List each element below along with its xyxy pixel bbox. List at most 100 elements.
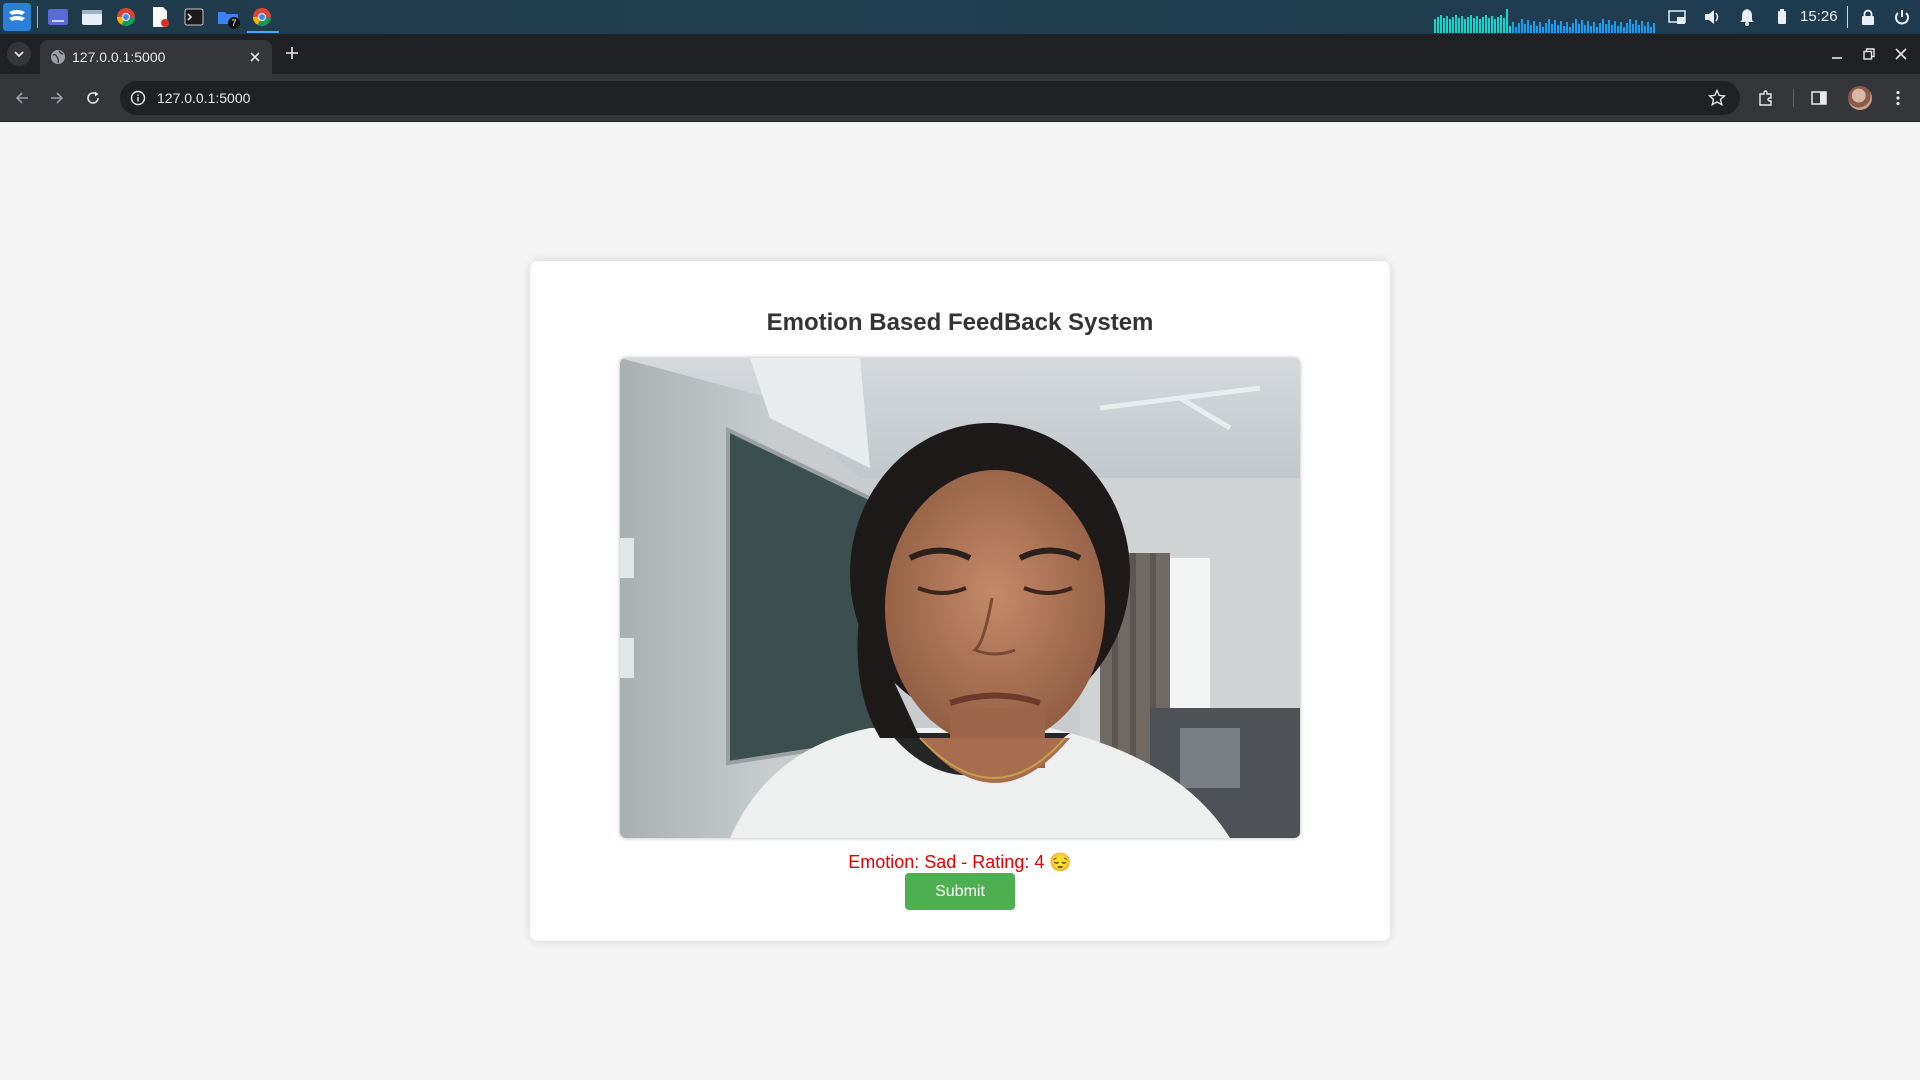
notification-bell-icon[interactable]: [1737, 7, 1757, 27]
more-vertical-icon: [1896, 90, 1900, 106]
audio-visualizer-bar: [1632, 24, 1634, 33]
chrome-active-icon[interactable]: [250, 5, 274, 29]
audio-visualizer-bar: [1641, 21, 1643, 33]
tab-close-button[interactable]: [246, 48, 264, 66]
browser-tab-active[interactable]: 127.0.0.1:5000: [40, 40, 272, 74]
audio-visualizer-bar: [1569, 27, 1571, 33]
plus-icon: [286, 47, 298, 59]
audio-visualizer-bar: [1650, 27, 1652, 33]
audio-visualizer-bar: [1551, 24, 1553, 33]
audio-visualizer-bar: [1554, 20, 1556, 33]
audio-visualizer-bar: [1473, 18, 1475, 33]
audio-visualizer-bar: [1521, 19, 1523, 33]
taskbar-separator: [37, 6, 38, 28]
audio-visualizer-bar: [1500, 15, 1502, 33]
reload-icon: [87, 91, 99, 104]
file-manager-icon[interactable]: [80, 5, 104, 29]
audio-visualizer-bar: [1581, 20, 1583, 33]
arrow-right-icon: [51, 92, 64, 104]
audio-visualizer-bar: [1563, 26, 1565, 33]
desktop-icon[interactable]: [46, 5, 70, 29]
audio-visualizer-bar: [1488, 18, 1490, 33]
folder-group-icon[interactable]: 7: [216, 5, 240, 29]
new-tab-button[interactable]: [282, 43, 302, 63]
audio-visualizer-bar: [1467, 17, 1469, 33]
feedback-card: Emotion Based FeedBack System Emotion: S…: [530, 261, 1390, 941]
extensions-button[interactable]: [1754, 86, 1778, 110]
audio-visualizer: [1434, 8, 1658, 33]
clock[interactable]: 15:26: [1800, 8, 1838, 25]
audio-visualizer-bar: [1602, 19, 1604, 33]
audio-visualizer-bar: [1533, 21, 1535, 33]
minimize-button[interactable]: [1826, 43, 1848, 65]
minimize-icon: [1832, 57, 1842, 59]
emotion-result-text: Emotion: Sad - Rating: 4 😔: [848, 852, 1072, 872]
profile-avatar[interactable]: [1848, 86, 1872, 110]
audio-visualizer-bar: [1464, 19, 1466, 33]
globe-icon: [51, 50, 65, 64]
tab-search-button[interactable]: [7, 42, 31, 66]
chevron-down-icon: [14, 50, 24, 57]
audio-visualizer-bar: [1575, 19, 1577, 33]
audio-visualizer-bar: [1647, 22, 1649, 33]
audio-visualizer-bar: [1644, 26, 1646, 33]
audio-visualizer-bar: [1527, 20, 1529, 33]
audio-visualizer-bar: [1443, 18, 1445, 33]
volume-icon[interactable]: [1702, 7, 1722, 27]
audio-visualizer-bar: [1611, 25, 1613, 33]
back-button[interactable]: [10, 86, 34, 110]
submit-button[interactable]: Submit: [905, 873, 1015, 910]
restore-icon: [1863, 48, 1875, 60]
terminal-icon[interactable]: [182, 5, 206, 29]
audio-visualizer-bar: [1482, 17, 1484, 33]
side-panel-icon: [1811, 91, 1827, 105]
lock-screen-icon[interactable]: [1858, 7, 1878, 27]
window-count-badge: 7: [228, 17, 240, 29]
audio-visualizer-bar: [1590, 26, 1592, 33]
audio-visualizer-bar: [1449, 19, 1451, 33]
site-info-icon[interactable]: [130, 90, 146, 106]
url-text[interactable]: 127.0.0.1:5000: [157, 90, 250, 106]
audio-visualizer-bar: [1608, 20, 1610, 33]
webcam-video-feed: [620, 358, 1300, 838]
side-panel-button[interactable]: [1807, 86, 1831, 110]
start-menu-icon[interactable]: [3, 3, 31, 31]
browser-tab-strip: 127.0.0.1:5000: [0, 34, 1920, 74]
chrome-icon[interactable]: [114, 5, 138, 29]
toolbar-separator: [1793, 89, 1794, 107]
audio-visualizer-bar: [1524, 24, 1526, 33]
bookmark-star-icon[interactable]: [1708, 89, 1726, 107]
address-bar[interactable]: 127.0.0.1:5000: [120, 81, 1740, 115]
audio-visualizer-bar: [1491, 16, 1493, 33]
battery-icon[interactable]: [1772, 7, 1792, 27]
audio-visualizer-bar: [1437, 17, 1439, 33]
tray-separator: [1847, 6, 1848, 28]
audio-visualizer-bar: [1485, 15, 1487, 33]
audio-visualizer-bar: [1560, 21, 1562, 33]
audio-visualizer-bar: [1479, 19, 1481, 33]
screen-cast-icon[interactable]: [1667, 7, 1687, 27]
browser-menu-button[interactable]: [1886, 86, 1910, 110]
audio-visualizer-bar: [1506, 9, 1508, 33]
audio-visualizer-bar: [1617, 26, 1619, 33]
audio-visualizer-bar: [1635, 20, 1637, 33]
power-icon[interactable]: [1892, 7, 1912, 27]
audio-visualizer-bar: [1629, 19, 1631, 33]
audio-visualizer-bar: [1557, 25, 1559, 33]
close-window-button[interactable]: [1890, 43, 1912, 65]
reload-button[interactable]: [81, 86, 105, 110]
close-icon: [1895, 48, 1907, 60]
audio-visualizer-bar: [1578, 24, 1580, 33]
audio-visualizer-bar: [1599, 23, 1601, 33]
page-viewport: Emotion Based FeedBack System Emotion: S…: [0, 122, 1920, 1080]
audio-visualizer-bar: [1515, 27, 1517, 33]
os-taskbar: 7 15:26: [0, 0, 1920, 34]
audio-visualizer-bar: [1593, 22, 1595, 33]
forward-button[interactable]: [45, 86, 69, 110]
audio-visualizer-bar: [1653, 23, 1655, 33]
audio-visualizer-bar: [1536, 26, 1538, 33]
restore-button[interactable]: [1858, 43, 1880, 65]
audio-visualizer-bar: [1614, 21, 1616, 33]
audio-visualizer-bar: [1434, 19, 1436, 33]
document-viewer-icon[interactable]: [148, 5, 172, 29]
